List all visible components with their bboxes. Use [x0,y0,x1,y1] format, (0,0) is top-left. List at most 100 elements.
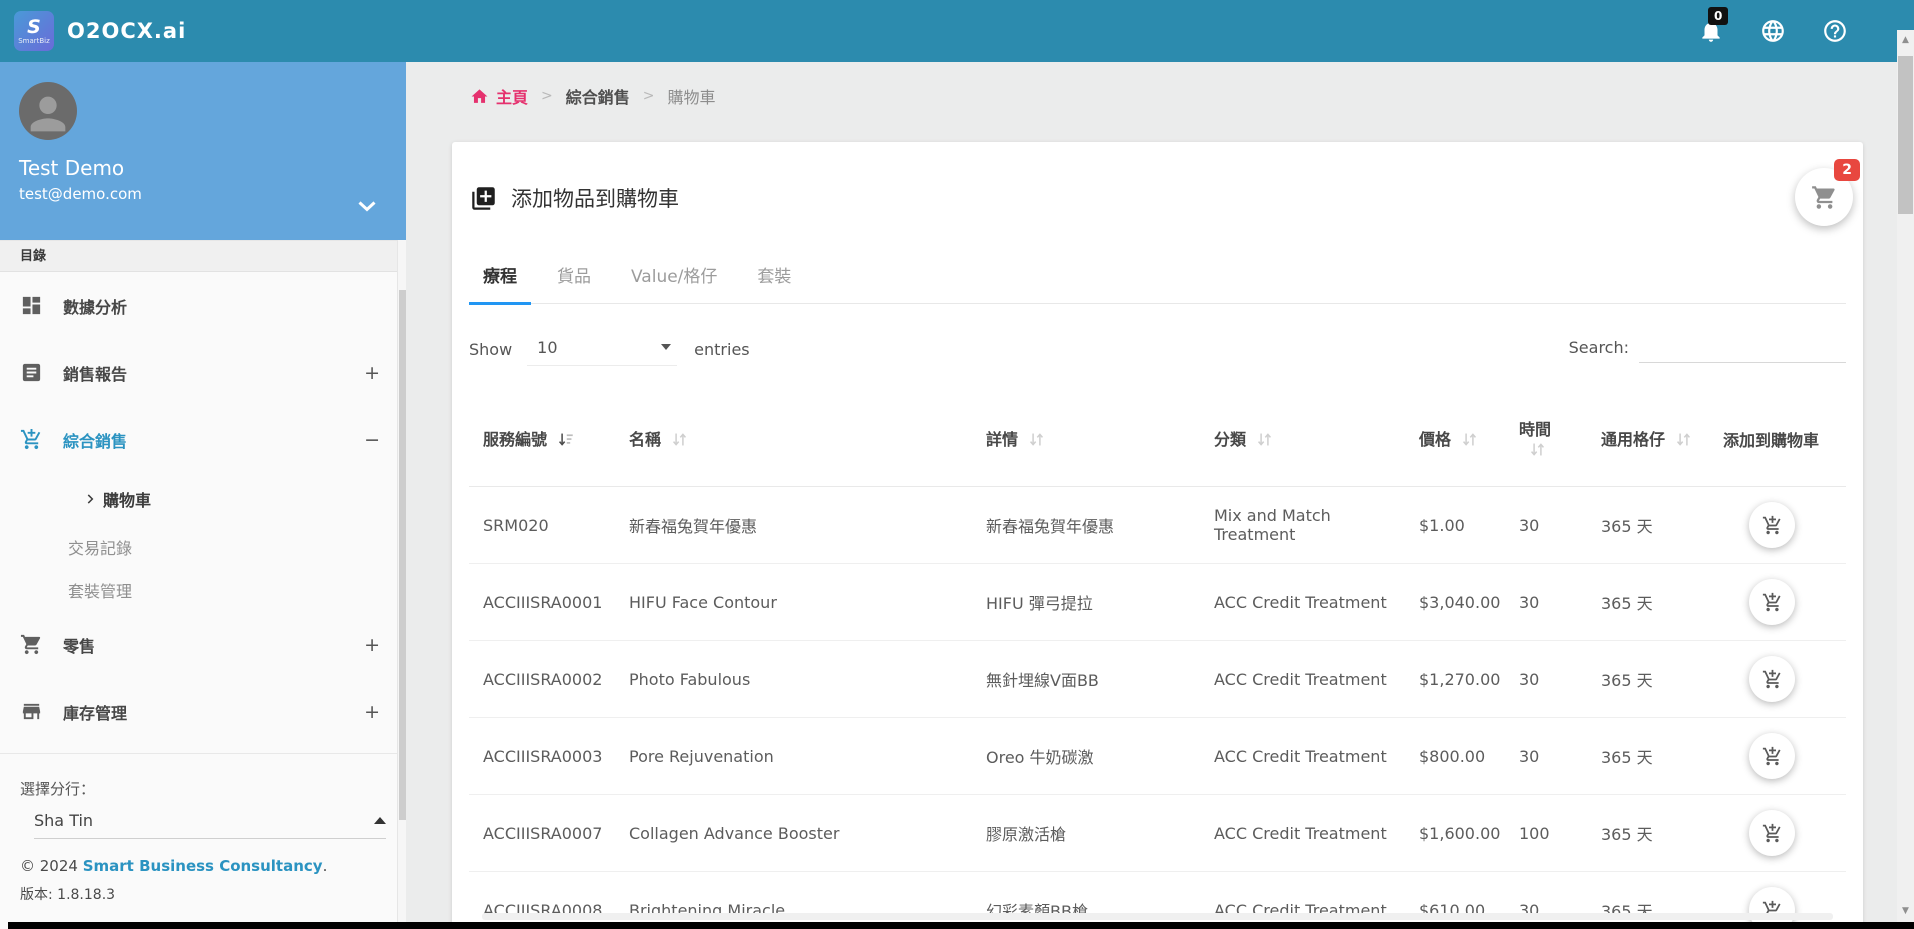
cell-name: 新春福兔賀年優惠 [615,487,972,564]
cell-name: Pore Rejuvenation [615,718,972,795]
cell-time: 30 [1505,718,1587,795]
breadcrumb-home[interactable]: 主頁 [470,84,528,108]
page-size-value: 10 [537,338,557,357]
sidebar-item-sales-report[interactable]: 銷售報告 + [0,339,406,406]
breadcrumb-level3: 購物車 [668,84,716,108]
show-label: Show [469,340,512,359]
logo-text: SmartBiz [18,37,50,45]
cell-name: Brightening Miracle [615,872,972,929]
add-to-cart-button[interactable] [1749,502,1795,548]
cell-time: 30 [1505,564,1587,641]
expand-icon[interactable]: + [364,701,380,723]
sort-icon [1529,441,1546,462]
page-size-select[interactable]: 10 [527,333,677,366]
expand-icon[interactable]: + [364,634,380,656]
user-panel[interactable]: Test Demo test@demo.com [0,62,406,240]
app-logo[interactable]: S SmartBiz [14,11,54,51]
sidebar-item-inventory[interactable]: 庫存管理 + [0,678,406,745]
chevron-down-icon[interactable] [358,197,376,216]
column-header-name[interactable]: 名稱 [615,390,972,487]
cell-add-to-cart [1709,718,1846,795]
window-scrollbar[interactable]: ▲ ▼ [1897,30,1914,929]
cell-price: $610.00 [1405,872,1505,929]
menu-section-header: 目錄 [0,240,406,272]
column-header-validity[interactable]: 通用格仔 [1587,390,1709,487]
cart-plus-icon [1762,592,1783,613]
column-header-service-id[interactable]: 服務編號 [469,390,615,487]
expand-icon[interactable]: + [364,362,380,384]
notifications-button[interactable]: 0 [1698,18,1724,44]
company-link[interactable]: Smart Business Consultancy [83,857,323,875]
language-button[interactable] [1760,18,1786,44]
branch-select[interactable]: Sha Tin [34,811,386,839]
cell-service-id: ACCIIISRA0007 [469,795,615,872]
sidebar-subitem-transactions[interactable]: 交易記錄 [0,525,406,568]
column-header-time[interactable]: 時間 [1505,390,1587,487]
table-row: ACCIIISRA0007 Collagen Advance Booster 膠… [469,795,1846,872]
tab-packages[interactable]: 套裝 [743,262,805,303]
cell-validity: 365 天 [1587,487,1709,564]
branch-value: Sha Tin [34,811,93,830]
page-title: 添加物品到購物車 [511,183,679,213]
column-header-price[interactable]: 價格 [1405,390,1505,487]
items-table: 服務編號 名稱 詳情 分類 價格 時間 通用格仔 添加到購物車 SRM020 新… [469,390,1846,929]
table-controls: Show 10 entries Search: [469,330,1846,368]
user-name: Test Demo [19,156,406,180]
cell-name: Collagen Advance Booster [615,795,972,872]
cell-add-to-cart [1709,564,1846,641]
sidebar-subitem-cart[interactable]: 購物車 [0,473,406,525]
cell-category: ACC Credit Treatment [1200,872,1405,929]
cell-price: $800.00 [1405,718,1505,795]
table-row: ACCIIISRA0003 Pore Rejuvenation Oreo 牛奶碳… [469,718,1846,795]
sidebar-subitem-label: 購物車 [103,487,151,511]
logo-s-glyph: S [27,17,41,37]
cell-name: Photo Fabulous [615,641,972,718]
cell-add-to-cart [1709,872,1846,929]
sidebar-item-analytics[interactable]: 數據分析 [0,272,406,339]
sidebar-item-label: 銷售報告 [63,361,127,385]
table-row: ACCIIISRA0001 HIFU Face Contour HIFU 彈弓提… [469,564,1846,641]
cell-validity: 365 天 [1587,641,1709,718]
column-header-category[interactable]: 分類 [1200,390,1405,487]
tab-value-voucher[interactable]: Value/格仔 [617,262,731,303]
table-horizontal-scrollbar[interactable] [482,913,1833,920]
cart-plus-icon [20,428,43,451]
cell-price: $3,040.00 [1405,564,1505,641]
view-cart-button[interactable]: 2 [1795,168,1853,226]
cell-detail: 膠原激活槍 [972,795,1200,872]
person-icon [22,88,74,140]
collapse-icon[interactable]: − [364,429,380,451]
cell-service-id: ACCIIISRA0003 [469,718,615,795]
cell-category: ACC Credit Treatment [1200,795,1405,872]
cell-detail: 幻彩素顏BB槍 [972,872,1200,929]
sidebar-item-integrated-sales[interactable]: 綜合銷售 − [0,406,406,473]
tab-products[interactable]: 貨品 [543,262,605,303]
column-header-detail[interactable]: 詳情 [972,390,1200,487]
sidebar-scrollbar[interactable] [397,240,406,929]
sidebar-scrollbar-thumb[interactable] [399,290,406,820]
tab-treatments[interactable]: 療程 [469,262,531,305]
scroll-down-arrow[interactable]: ▼ [1897,903,1914,919]
copyright-text: © 2024 [20,857,78,875]
cell-price: $1,270.00 [1405,641,1505,718]
breadcrumb-level2[interactable]: 綜合銷售 [566,84,630,108]
sidebar-item-retail[interactable]: 零售 + [0,611,406,678]
cell-add-to-cart [1709,487,1846,564]
scroll-up-arrow[interactable]: ▲ [1897,32,1914,48]
help-button[interactable] [1822,18,1848,44]
add-to-cart-button[interactable] [1749,733,1795,779]
search-input[interactable] [1639,335,1846,363]
sidebar-subitem-package-management[interactable]: 套裝管理 [0,568,406,611]
add-to-cart-button[interactable] [1749,656,1795,702]
cart-plus-icon [1762,746,1783,767]
cell-service-id: ACCIIISRA0001 [469,564,615,641]
add-to-cart-button[interactable] [1749,579,1795,625]
avatar [19,82,77,140]
table-row: ACCIIISRA0008 Brightening Miracle 幻彩素顏BB… [469,872,1846,929]
add-to-cart-button[interactable] [1749,810,1795,856]
cell-detail: 無針埋線V面BB [972,641,1200,718]
cart-count-badge: 2 [1834,159,1860,181]
window-scrollbar-thumb[interactable] [1898,56,1913,214]
add-to-cart-card: 添加物品到購物車 2 療程 貨品 Value/格仔 套裝 Show 10 ent… [452,142,1863,929]
store-icon [20,700,43,723]
